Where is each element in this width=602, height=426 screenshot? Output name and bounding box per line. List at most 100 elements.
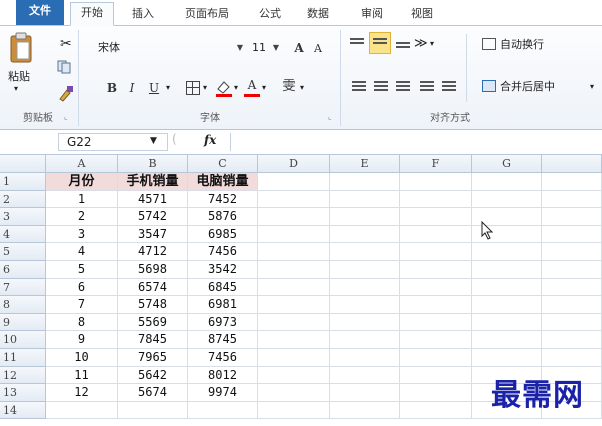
tab-data[interactable]: 数据 bbox=[298, 4, 338, 24]
fill-color-icon[interactable] bbox=[214, 78, 234, 98]
table-cell[interactable]: 5569 bbox=[118, 313, 188, 332]
empty-cell[interactable] bbox=[330, 331, 400, 349]
table-cell[interactable]: 9974 bbox=[188, 384, 258, 402]
italic-button[interactable]: I bbox=[124, 78, 140, 98]
chevron-down-icon[interactable]: ▾ bbox=[166, 83, 170, 92]
row-header[interactable]: 3 bbox=[0, 208, 46, 226]
tab-insert[interactable]: 插入 bbox=[120, 4, 166, 24]
align-bottom-icon[interactable] bbox=[396, 42, 410, 53]
tab-formulas[interactable]: 公式 bbox=[250, 4, 290, 24]
phonetic-guide-button[interactable]: 雯 bbox=[280, 77, 298, 97]
empty-cell[interactable] bbox=[472, 190, 542, 209]
empty-cell[interactable] bbox=[258, 384, 330, 402]
tab-home[interactable]: 开始 bbox=[70, 2, 114, 26]
empty-cell[interactable] bbox=[258, 331, 330, 349]
chevron-down-icon[interactable]: ▾ bbox=[203, 83, 207, 92]
row-header[interactable]: 14 bbox=[0, 401, 46, 420]
chevron-down-icon[interactable]: ▾ bbox=[262, 83, 266, 92]
empty-cell[interactable] bbox=[258, 225, 330, 244]
empty-cell[interactable] bbox=[258, 190, 330, 209]
chevron-down-icon[interactable]: ▾ bbox=[590, 82, 594, 91]
empty-cell[interactable] bbox=[400, 278, 472, 297]
font-color-button[interactable]: A bbox=[244, 76, 260, 97]
table-cell[interactable]: 4 bbox=[46, 243, 118, 261]
empty-cell[interactable] bbox=[400, 208, 472, 226]
chevron-down-icon[interactable]: ▾ bbox=[300, 83, 304, 92]
empty-cell[interactable] bbox=[330, 173, 400, 191]
table-cell[interactable]: 5674 bbox=[118, 384, 188, 402]
wrap-text-button[interactable]: 自动换行 bbox=[500, 36, 544, 52]
align-left-icon[interactable] bbox=[352, 81, 366, 92]
tab-review[interactable]: 审阅 bbox=[352, 4, 392, 24]
row-header[interactable]: 8 bbox=[0, 296, 46, 314]
empty-cell[interactable] bbox=[258, 208, 330, 226]
empty-cell[interactable] bbox=[258, 296, 330, 314]
font-launcher-icon[interactable]: ⌞ bbox=[328, 113, 336, 121]
row-header[interactable]: 13 bbox=[0, 384, 46, 402]
grow-font-button[interactable]: A bbox=[290, 38, 308, 58]
empty-cell[interactable] bbox=[258, 349, 330, 367]
table-cell[interactable]: 6574 bbox=[118, 278, 188, 297]
column-header-c[interactable]: C bbox=[188, 155, 258, 173]
paste-label[interactable]: 粘贴 bbox=[4, 68, 34, 84]
table-cell[interactable]: 10 bbox=[46, 349, 118, 367]
paste-dropdown-icon[interactable]: ▾ bbox=[14, 84, 18, 93]
table-cell[interactable]: 5 bbox=[46, 261, 118, 279]
empty-cell[interactable] bbox=[400, 243, 472, 261]
table-cell[interactable]: 2 bbox=[46, 208, 118, 226]
empty-cell[interactable] bbox=[400, 401, 472, 420]
row-header[interactable]: 2 bbox=[0, 190, 46, 209]
empty-cell[interactable] bbox=[330, 208, 400, 226]
table-cell[interactable]: 3 bbox=[46, 225, 118, 244]
tab-file[interactable]: 文件 bbox=[16, 0, 64, 25]
empty-cell[interactable] bbox=[542, 261, 602, 279]
empty-cell[interactable] bbox=[542, 225, 602, 244]
shrink-font-button[interactable]: A bbox=[310, 39, 326, 59]
select-all-corner[interactable] bbox=[0, 155, 46, 173]
empty-cell[interactable] bbox=[118, 401, 188, 420]
empty-cell[interactable] bbox=[542, 296, 602, 314]
empty-cell[interactable] bbox=[400, 349, 472, 367]
tab-page-layout[interactable]: 页面布局 bbox=[172, 4, 242, 24]
empty-cell[interactable] bbox=[400, 225, 472, 244]
empty-cell[interactable] bbox=[400, 190, 472, 209]
paste-button[interactable] bbox=[8, 32, 34, 64]
empty-cell[interactable] bbox=[472, 261, 542, 279]
empty-cell[interactable] bbox=[542, 243, 602, 261]
row-header[interactable]: 10 bbox=[0, 331, 46, 349]
borders-icon[interactable] bbox=[186, 81, 200, 95]
align-center-icon[interactable] bbox=[374, 81, 388, 92]
empty-cell[interactable] bbox=[400, 313, 472, 332]
table-cell[interactable]: 7 bbox=[46, 296, 118, 314]
empty-cell[interactable] bbox=[472, 243, 542, 261]
empty-cell[interactable] bbox=[400, 366, 472, 385]
empty-cell[interactable] bbox=[258, 366, 330, 385]
underline-button[interactable]: U bbox=[146, 78, 162, 98]
table-cell[interactable]: 6845 bbox=[188, 278, 258, 297]
column-header-a[interactable]: A bbox=[46, 155, 118, 173]
decrease-indent-icon[interactable] bbox=[420, 81, 434, 92]
empty-cell[interactable] bbox=[472, 349, 542, 367]
bold-button[interactable]: B bbox=[104, 78, 120, 98]
row-header[interactable]: 5 bbox=[0, 243, 46, 261]
insert-function-button[interactable]: fx bbox=[204, 133, 216, 147]
empty-cell[interactable] bbox=[542, 349, 602, 367]
empty-cell[interactable] bbox=[542, 173, 602, 191]
empty-cell[interactable] bbox=[330, 349, 400, 367]
align-top-icon[interactable] bbox=[350, 38, 364, 49]
orientation-icon[interactable]: ≫ bbox=[414, 36, 428, 51]
row-header[interactable]: 6 bbox=[0, 261, 46, 279]
merge-center-button[interactable]: 合并后居中 bbox=[500, 78, 555, 94]
empty-cell[interactable] bbox=[330, 296, 400, 314]
table-cell[interactable]: 6973 bbox=[188, 313, 258, 332]
column-header-d[interactable]: D bbox=[258, 155, 330, 173]
empty-cell[interactable] bbox=[46, 401, 118, 420]
table-cell[interactable]: 7452 bbox=[188, 190, 258, 209]
empty-cell[interactable] bbox=[400, 261, 472, 279]
column-header-overflow[interactable] bbox=[542, 155, 602, 173]
table-cell[interactable]: 5642 bbox=[118, 366, 188, 385]
table-cell[interactable]: 7845 bbox=[118, 331, 188, 349]
empty-cell[interactable] bbox=[472, 278, 542, 297]
table-header-cell[interactable]: 月份 bbox=[46, 173, 118, 191]
table-cell[interactable]: 8 bbox=[46, 313, 118, 332]
